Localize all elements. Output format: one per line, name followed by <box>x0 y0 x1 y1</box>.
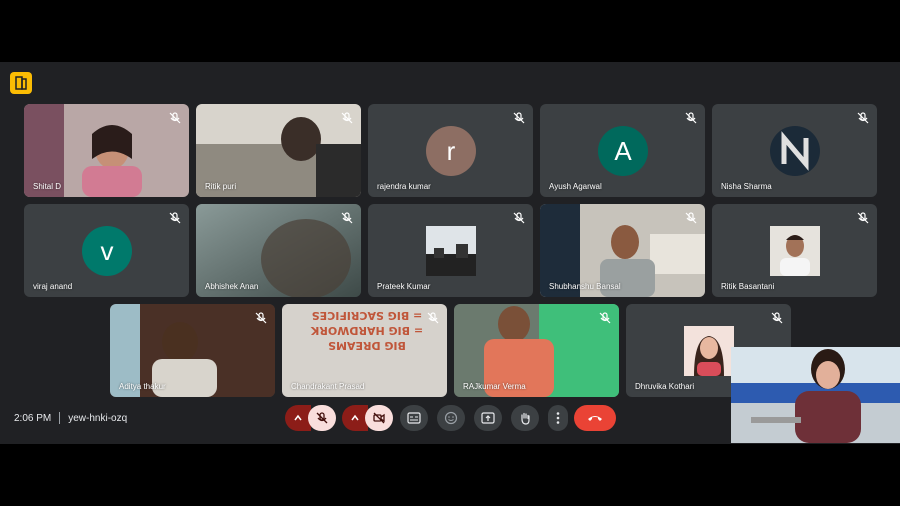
mic-off-icon <box>857 112 869 124</box>
participant-name: Shubhanshu Bansal <box>549 282 621 291</box>
camera-toggle-button[interactable] <box>365 405 393 431</box>
mic-off-icon <box>771 312 783 324</box>
avatar: A <box>598 126 648 176</box>
end-call-icon <box>588 416 602 421</box>
emoji-icon <box>444 411 458 425</box>
mic-toggle-button[interactable] <box>308 405 336 431</box>
poster-line: = BIG SACRIFICES <box>311 309 423 322</box>
mic-off-icon <box>513 112 525 124</box>
avatar <box>770 226 820 276</box>
participant-name: Dhruvika Kothari <box>635 382 695 391</box>
participant-tile[interactable]: r rajendra kumar <box>368 104 533 197</box>
participant-tile[interactable]: Shubhanshu Bansal <box>540 204 705 297</box>
participant-name: Prateek Kumar <box>377 282 431 291</box>
participant-name: RAJkumar Verma <box>463 382 526 391</box>
participant-name: Abhishek Anan <box>205 282 259 291</box>
participant-tile[interactable]: Ritik Basantani <box>712 204 877 297</box>
meeting-details: 2:06 PM yew-hnki-ozq <box>14 412 127 424</box>
clock: 2:06 PM <box>14 412 52 424</box>
poster-line: = BIG HARDWORK <box>310 324 424 337</box>
mic-off-icon <box>316 412 328 424</box>
participant-name: rajendra kumar <box>377 182 431 191</box>
present-screen-button[interactable] <box>474 405 502 431</box>
participant-name: viraj anand <box>33 282 73 291</box>
avatar: v <box>82 226 132 276</box>
poster-line: BIG DREAMS <box>328 339 406 352</box>
participant-tile[interactable]: Shital D <box>24 104 189 197</box>
avatar: r <box>426 126 476 176</box>
participant-name: Nisha Sharma <box>721 182 772 191</box>
chevron-up-icon <box>351 414 359 421</box>
participant-tile[interactable]: Prateek Kumar <box>368 204 533 297</box>
participant-name: Ritik Basantani <box>721 282 775 291</box>
captions-icon <box>407 412 421 424</box>
mic-off-icon <box>857 212 869 224</box>
divider <box>59 412 61 424</box>
mic-off-icon <box>685 112 697 124</box>
participant-name: Chandrakant Prasad <box>291 382 365 391</box>
captions-button[interactable] <box>400 405 428 431</box>
avatar <box>684 326 734 376</box>
participant-name: Ayush Agarwal <box>549 182 602 191</box>
meeting-code[interactable]: yew-hnki-ozq <box>68 413 127 424</box>
participant-tile[interactable]: Nisha Sharma <box>712 104 877 197</box>
avatar <box>426 226 476 276</box>
chevron-up-icon <box>294 414 302 421</box>
participant-tile[interactable]: v viraj anand <box>24 204 189 297</box>
raise-hand-button[interactable] <box>511 405 539 431</box>
participant-tile[interactable]: A Ayush Agarwal <box>540 104 705 197</box>
present-icon <box>481 412 495 424</box>
mic-off-icon <box>685 212 697 224</box>
avatar <box>770 126 820 176</box>
mic-off-icon <box>427 312 439 324</box>
mic-off-icon <box>341 212 353 224</box>
mic-off-icon <box>513 212 525 224</box>
more-options-button[interactable] <box>548 405 568 431</box>
leave-call-button[interactable] <box>574 405 616 431</box>
mic-off-icon <box>341 112 353 124</box>
participant-name: Aditya thakur <box>119 382 166 391</box>
participant-name: Ritik puri <box>205 182 237 191</box>
participant-tile[interactable]: Ritik puri <box>196 104 361 197</box>
participant-tile[interactable]: BIG DREAMS = BIG HARDWORK = BIG SACRIFIC… <box>282 304 447 397</box>
mic-off-icon <box>169 212 181 224</box>
mic-off-icon <box>599 312 611 324</box>
participant-tile[interactable]: RAJkumar Verma <box>454 304 619 397</box>
participant-tile[interactable]: Abhishek Anan <box>196 204 361 297</box>
participant-tile[interactable]: Aditya thakur <box>110 304 275 397</box>
hand-icon <box>521 412 530 425</box>
camera-off-icon <box>373 412 385 424</box>
mic-off-icon <box>169 112 181 124</box>
participant-name: Shital D <box>33 182 62 191</box>
meeting-info-icon[interactable] <box>10 72 32 94</box>
poster: BIG DREAMS = BIG HARDWORK = BIG SACRIFIC… <box>302 308 432 353</box>
reactions-button[interactable] <box>437 405 465 431</box>
mic-off-icon <box>255 312 267 324</box>
self-view-video <box>731 347 900 443</box>
more-vert-icon <box>556 412 560 424</box>
